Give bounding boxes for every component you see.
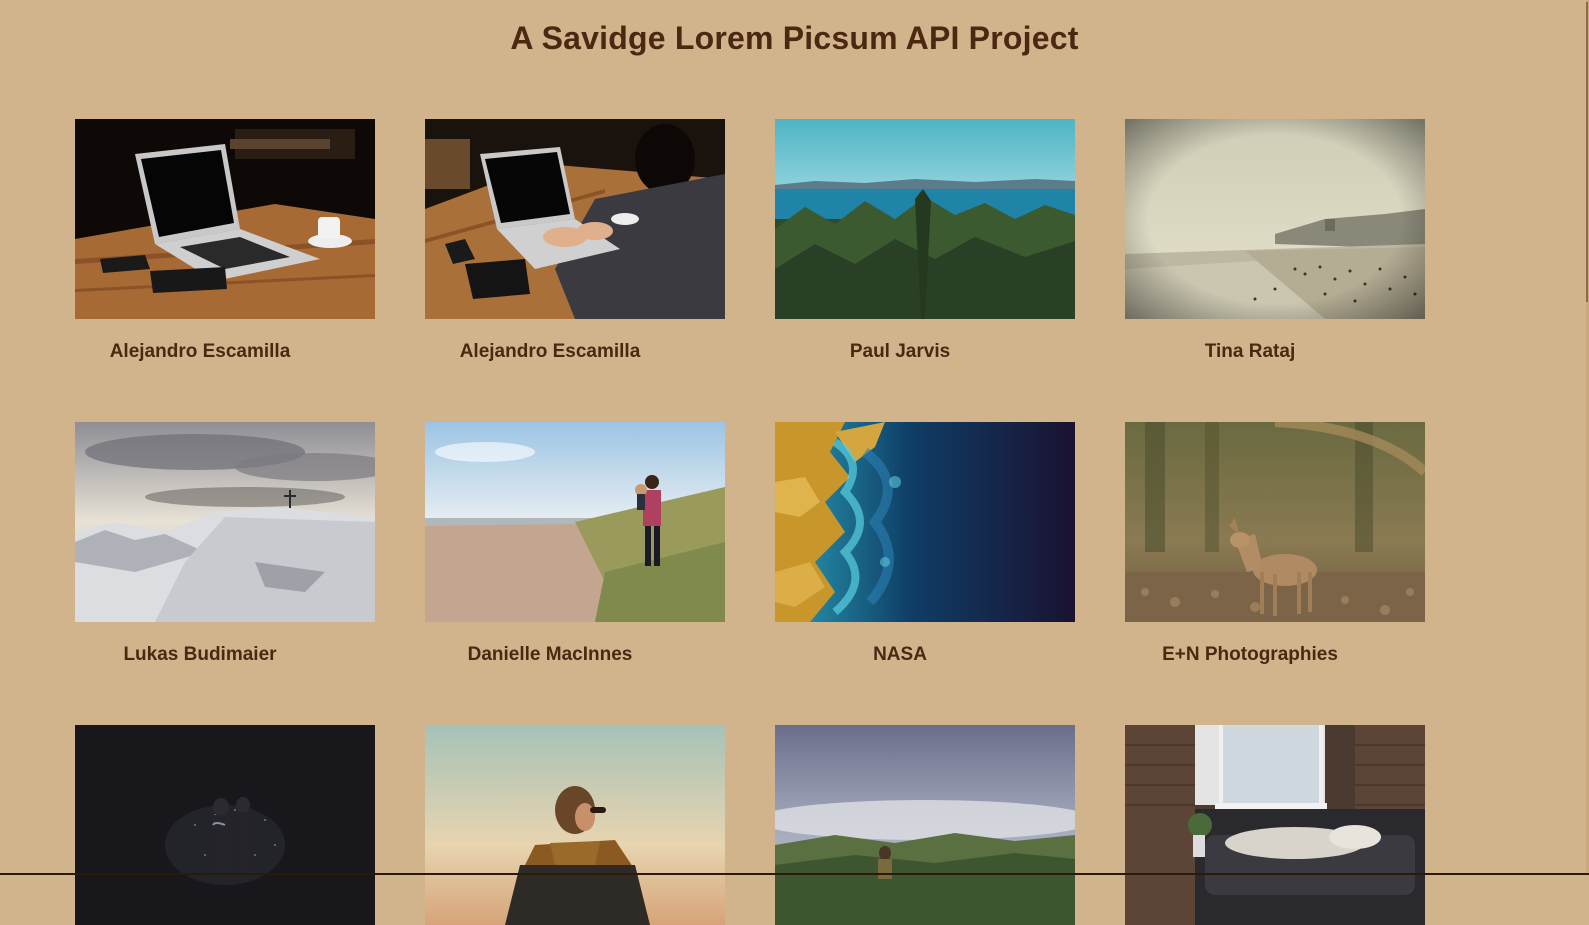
photo-image[interactable] <box>1125 422 1425 622</box>
photo-author: Lukas Budimaier <box>123 644 277 665</box>
photo-author: Danielle MacInnes <box>467 644 633 665</box>
photo-card[interactable]: NASA <box>775 422 1075 665</box>
photo-image[interactable] <box>425 725 725 925</box>
photo-author: NASA <box>873 644 927 665</box>
photo-card[interactable] <box>425 725 725 925</box>
photo-image[interactable] <box>1125 725 1425 925</box>
photo-image[interactable] <box>775 725 1075 925</box>
photo-image[interactable] <box>775 422 1075 622</box>
photo-image[interactable] <box>1125 119 1425 319</box>
photo-card[interactable]: Alejandro Escamilla <box>425 119 725 362</box>
photo-card[interactable]: Paul Jarvis <box>775 119 1075 362</box>
photo-image[interactable] <box>75 725 375 925</box>
photo-card[interactable] <box>775 725 1075 925</box>
photo-image[interactable] <box>425 119 725 319</box>
photo-image[interactable] <box>75 422 375 622</box>
photo-card[interactable]: Danielle MacInnes <box>425 422 725 665</box>
photo-author: Tina Rataj <box>1204 341 1296 362</box>
photo-card[interactable] <box>75 725 375 925</box>
photo-author: Alejandro Escamilla <box>109 341 291 362</box>
page-title: A Savidge Lorem Picsum API Project <box>510 20 1079 56</box>
scrollbar-thumb[interactable] <box>1586 2 1588 302</box>
photo-card[interactable]: Lukas Budimaier <box>75 422 375 665</box>
photo-image[interactable] <box>775 119 1075 319</box>
photo-image[interactable] <box>75 119 375 319</box>
photo-author: Alejandro Escamilla <box>459 341 641 362</box>
photo-author: E+N Photographies <box>1162 644 1338 665</box>
photo-image[interactable] <box>425 422 725 622</box>
photo-card[interactable] <box>1125 725 1425 925</box>
photo-card[interactable]: Alejandro Escamilla <box>75 119 375 362</box>
photo-card[interactable]: Tina Rataj <box>1125 119 1425 362</box>
photo-card[interactable]: E+N Photographies <box>1125 422 1425 665</box>
photo-author: Paul Jarvis <box>849 341 951 362</box>
